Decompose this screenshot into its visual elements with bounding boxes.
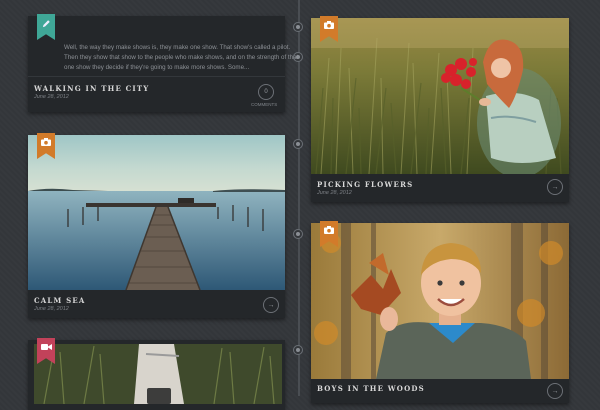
open-post-arrow-button[interactable]: → — [547, 383, 563, 399]
arrow-right-icon: → — [551, 183, 559, 191]
post-type-ribbon — [37, 14, 55, 40]
post-image[interactable] — [311, 223, 569, 379]
post-title[interactable]: CALM SEA — [34, 296, 86, 305]
comments-button[interactable]: 0 — [258, 84, 274, 100]
post-date: June 28, 2012 — [34, 306, 69, 312]
camera-icon — [324, 21, 334, 29]
post-date: June 28, 2012 — [34, 94, 69, 100]
post-card-picking-flowers[interactable]: PICKING FLOWERS June 28, 2012 → — [311, 16, 569, 202]
post-title[interactable]: WALKING IN THE CITY — [34, 84, 150, 93]
pier-on-lake-image — [28, 135, 285, 290]
boy-with-autumn-leaves-image — [311, 223, 569, 379]
camera-icon — [324, 226, 334, 234]
post-card-boys-in-the-woods[interactable]: BOYS IN THE WOODS → — [311, 221, 569, 403]
timeline-node[interactable] — [293, 229, 303, 239]
open-post-arrow-button[interactable]: → — [547, 179, 563, 195]
post-image[interactable] — [311, 18, 569, 174]
post-card-calm-sea[interactable]: CALM SEA June 28, 2012 → — [28, 133, 285, 318]
divider — [28, 76, 285, 77]
post-image[interactable] — [28, 135, 285, 290]
post-date: June 28, 2012 — [317, 190, 352, 196]
post-image[interactable] — [34, 344, 282, 404]
pencil-icon — [42, 20, 50, 28]
arrow-right-icon: → — [267, 301, 275, 309]
open-post-arrow-button[interactable]: → — [263, 297, 279, 313]
timeline-node[interactable] — [293, 22, 303, 32]
girl-in-field-image — [311, 18, 569, 174]
camera-icon — [41, 138, 51, 146]
post-title[interactable]: BOYS IN THE WOODS — [317, 384, 425, 393]
post-card-video[interactable] — [28, 338, 285, 410]
post-title[interactable]: PICKING FLOWERS — [317, 180, 413, 189]
arrow-right-icon: → — [551, 387, 559, 395]
video-still-grass-image — [34, 344, 282, 404]
timeline-node[interactable] — [293, 345, 303, 355]
post-card-walking-in-the-city[interactable]: Well, the way they make shows is, they m… — [28, 14, 298, 112]
timeline-node[interactable] — [293, 139, 303, 149]
comments-label: COMMENTS — [251, 102, 278, 107]
post-excerpt: Well, the way they make shows is, they m… — [64, 44, 299, 71]
video-camera-icon — [40, 344, 52, 350]
